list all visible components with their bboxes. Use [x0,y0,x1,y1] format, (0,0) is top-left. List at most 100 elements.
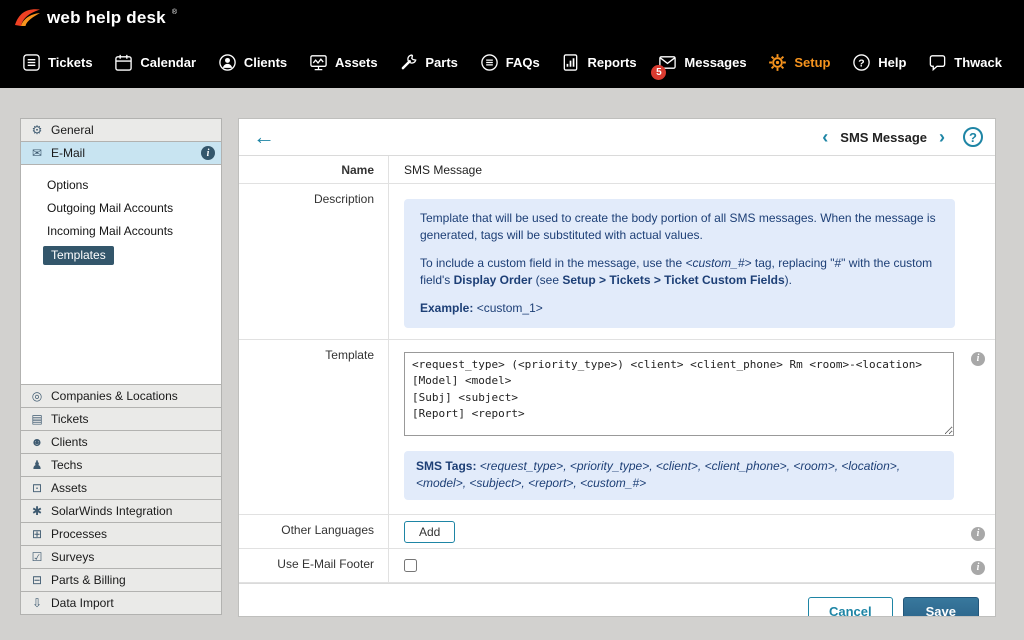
faqs-icon [480,53,499,72]
description-paragraph-2: To include a custom field in the message… [420,255,939,290]
template-editor-panel: ← ‹ SMS Message › ? Name SMS Message Des… [238,118,996,617]
pager-title: SMS Message [840,130,927,145]
sidebar-item-solarwinds-integration[interactable]: ✱ SolarWinds Integration [20,499,222,523]
nav-item-setup[interactable]: Setup [768,53,830,72]
templates-selected-badge: Templates [43,246,114,265]
sidebar-subitem-options[interactable]: Options [21,174,221,197]
logo-text: web help desk [47,8,166,28]
template-label: Template [239,340,389,514]
sidebar-item-label: General [51,123,94,137]
ticket-icon: ▤ [29,413,45,425]
other-languages-info-icon[interactable]: i [971,527,985,541]
reports-icon [561,53,580,72]
sidebar-item-assets[interactable]: ⊡ Assets [20,476,222,500]
sidebar-item-label: SolarWinds Integration [51,504,172,518]
template-info-icon[interactable]: i [971,352,985,366]
sidebar-item-email[interactable]: ✉ E-Mail i [20,141,222,165]
sidebar-subitem-incoming-mail-accounts[interactable]: Incoming Mail Accounts [21,220,221,243]
template-row: Template <request_type> (<priority_type>… [239,340,995,515]
description-paragraph-1: Template that will be used to create the… [420,210,939,245]
sidebar-item-processes[interactable]: ⊞ Processes [20,522,222,546]
sidebar-item-label: E-Mail [51,146,85,160]
next-template-chevron-icon[interactable]: › [935,128,949,146]
nav-label: Thwack [954,55,1002,70]
parts-icon [399,53,418,72]
sidebar-item-tickets[interactable]: ▤ Tickets [20,407,222,431]
sidebar-item-general[interactable]: ⚙ General [20,118,222,142]
sidebar-item-data-import[interactable]: ⇩ Data Import [20,591,222,615]
sidebar-item-label: Data Import [51,596,114,610]
sidebar-item-label: Companies & Locations [51,389,178,403]
name-label: Name [239,156,389,183]
logo-trademark: ® [172,9,177,16]
nav-item-clients[interactable]: Clients [218,53,287,72]
subitem-label: Outgoing Mail Accounts [47,201,173,215]
workspace: ⚙ General ✉ E-Mail i Options Outgoing Ma… [0,88,1024,640]
save-button[interactable]: Save [903,597,979,617]
app-root: web help desk ® Tickets Calendar Clients [0,0,1024,640]
logo[interactable]: web help desk ® [14,5,177,32]
sidebar-subitem-outgoing-mail-accounts[interactable]: Outgoing Mail Accounts [21,197,221,220]
sidebar-subitem-templates[interactable]: Templates [21,243,221,269]
nav-label: Assets [335,55,378,70]
prev-template-chevron-icon[interactable]: ‹ [818,128,832,146]
template-pager: ‹ SMS Message › [818,128,949,146]
sidebar-item-label: Tickets [51,412,89,426]
survey-checklist-icon: ☑ [29,551,45,563]
envelope-icon: ✉ [29,147,45,159]
cancel-button[interactable]: Cancel [808,597,893,617]
nav-item-calendar[interactable]: Calendar [114,53,196,72]
tech-person-icon: ♟ [29,459,45,471]
panel-help-icon[interactable]: ? [963,127,983,147]
sidebar-item-techs[interactable]: ♟ Techs [20,453,222,477]
email-footer-label: Use E-Mail Footer [239,549,389,582]
nav-label: Setup [794,55,830,70]
clients-icon [218,53,237,72]
nav-item-help[interactable]: ? Help [852,53,906,72]
nav-label: Calendar [140,55,196,70]
nav-item-assets[interactable]: Assets [309,53,378,72]
svg-text:?: ? [859,58,865,69]
help-icon: ? [852,53,871,72]
nav-item-thwack[interactable]: Thwack [928,53,1002,72]
other-languages-row: Other Languages Add i [239,515,995,549]
gear-icon: ⚙ [29,124,45,136]
other-languages-label: Other Languages [239,515,389,548]
setup-sidebar: ⚙ General ✉ E-Mail i Options Outgoing Ma… [20,118,222,615]
add-language-button[interactable]: Add [404,521,455,543]
solarwinds-icon: ✱ [29,505,45,517]
solarwinds-logo-icon [14,5,41,32]
name-row: Name SMS Message [239,156,995,184]
use-email-footer-checkbox[interactable] [404,559,417,572]
messages-icon: 5 [658,53,677,72]
nav-item-reports[interactable]: Reports [561,53,636,72]
sidebar-item-label: Clients [51,435,88,449]
nav-item-faqs[interactable]: FAQs [480,53,540,72]
sidebar-item-surveys[interactable]: ☑ Surveys [20,545,222,569]
nav-item-tickets[interactable]: Tickets [22,53,93,72]
monitor-icon: ⊡ [29,482,45,494]
sidebar-item-label: Parts & Billing [51,573,126,587]
description-example: Example: <custom_1> [420,300,939,317]
template-textarea[interactable]: <request_type> (<priority_type>) <client… [404,352,954,436]
nav-label: Parts [425,55,458,70]
sidebar-item-parts-billing[interactable]: ⊟ Parts & Billing [20,568,222,592]
action-bar: Cancel Save [239,583,995,617]
nav-item-parts[interactable]: Parts [399,53,458,72]
nav-item-messages[interactable]: 5 Messages [658,53,746,72]
sidebar-item-clients[interactable]: ☻ Clients [20,430,222,454]
nav-label: Clients [244,55,287,70]
subitem-label: Incoming Mail Accounts [47,224,173,238]
email-footer-info-icon[interactable]: i [971,561,985,575]
sidebar-item-companies-locations[interactable]: ◎ Companies & Locations [20,384,222,408]
messages-badge: 5 [651,65,666,80]
sidebar-item-label: Techs [51,458,82,472]
top-header: web help desk ® [0,0,1024,36]
nav-label: Reports [587,55,636,70]
email-info-icon[interactable]: i [201,146,215,160]
nav-label: FAQs [506,55,540,70]
sidebar-item-label: Assets [51,481,87,495]
back-arrow-icon[interactable]: ← [253,126,275,148]
sidebar-item-label: Processes [51,527,107,541]
sidebar-item-label: Surveys [51,550,94,564]
